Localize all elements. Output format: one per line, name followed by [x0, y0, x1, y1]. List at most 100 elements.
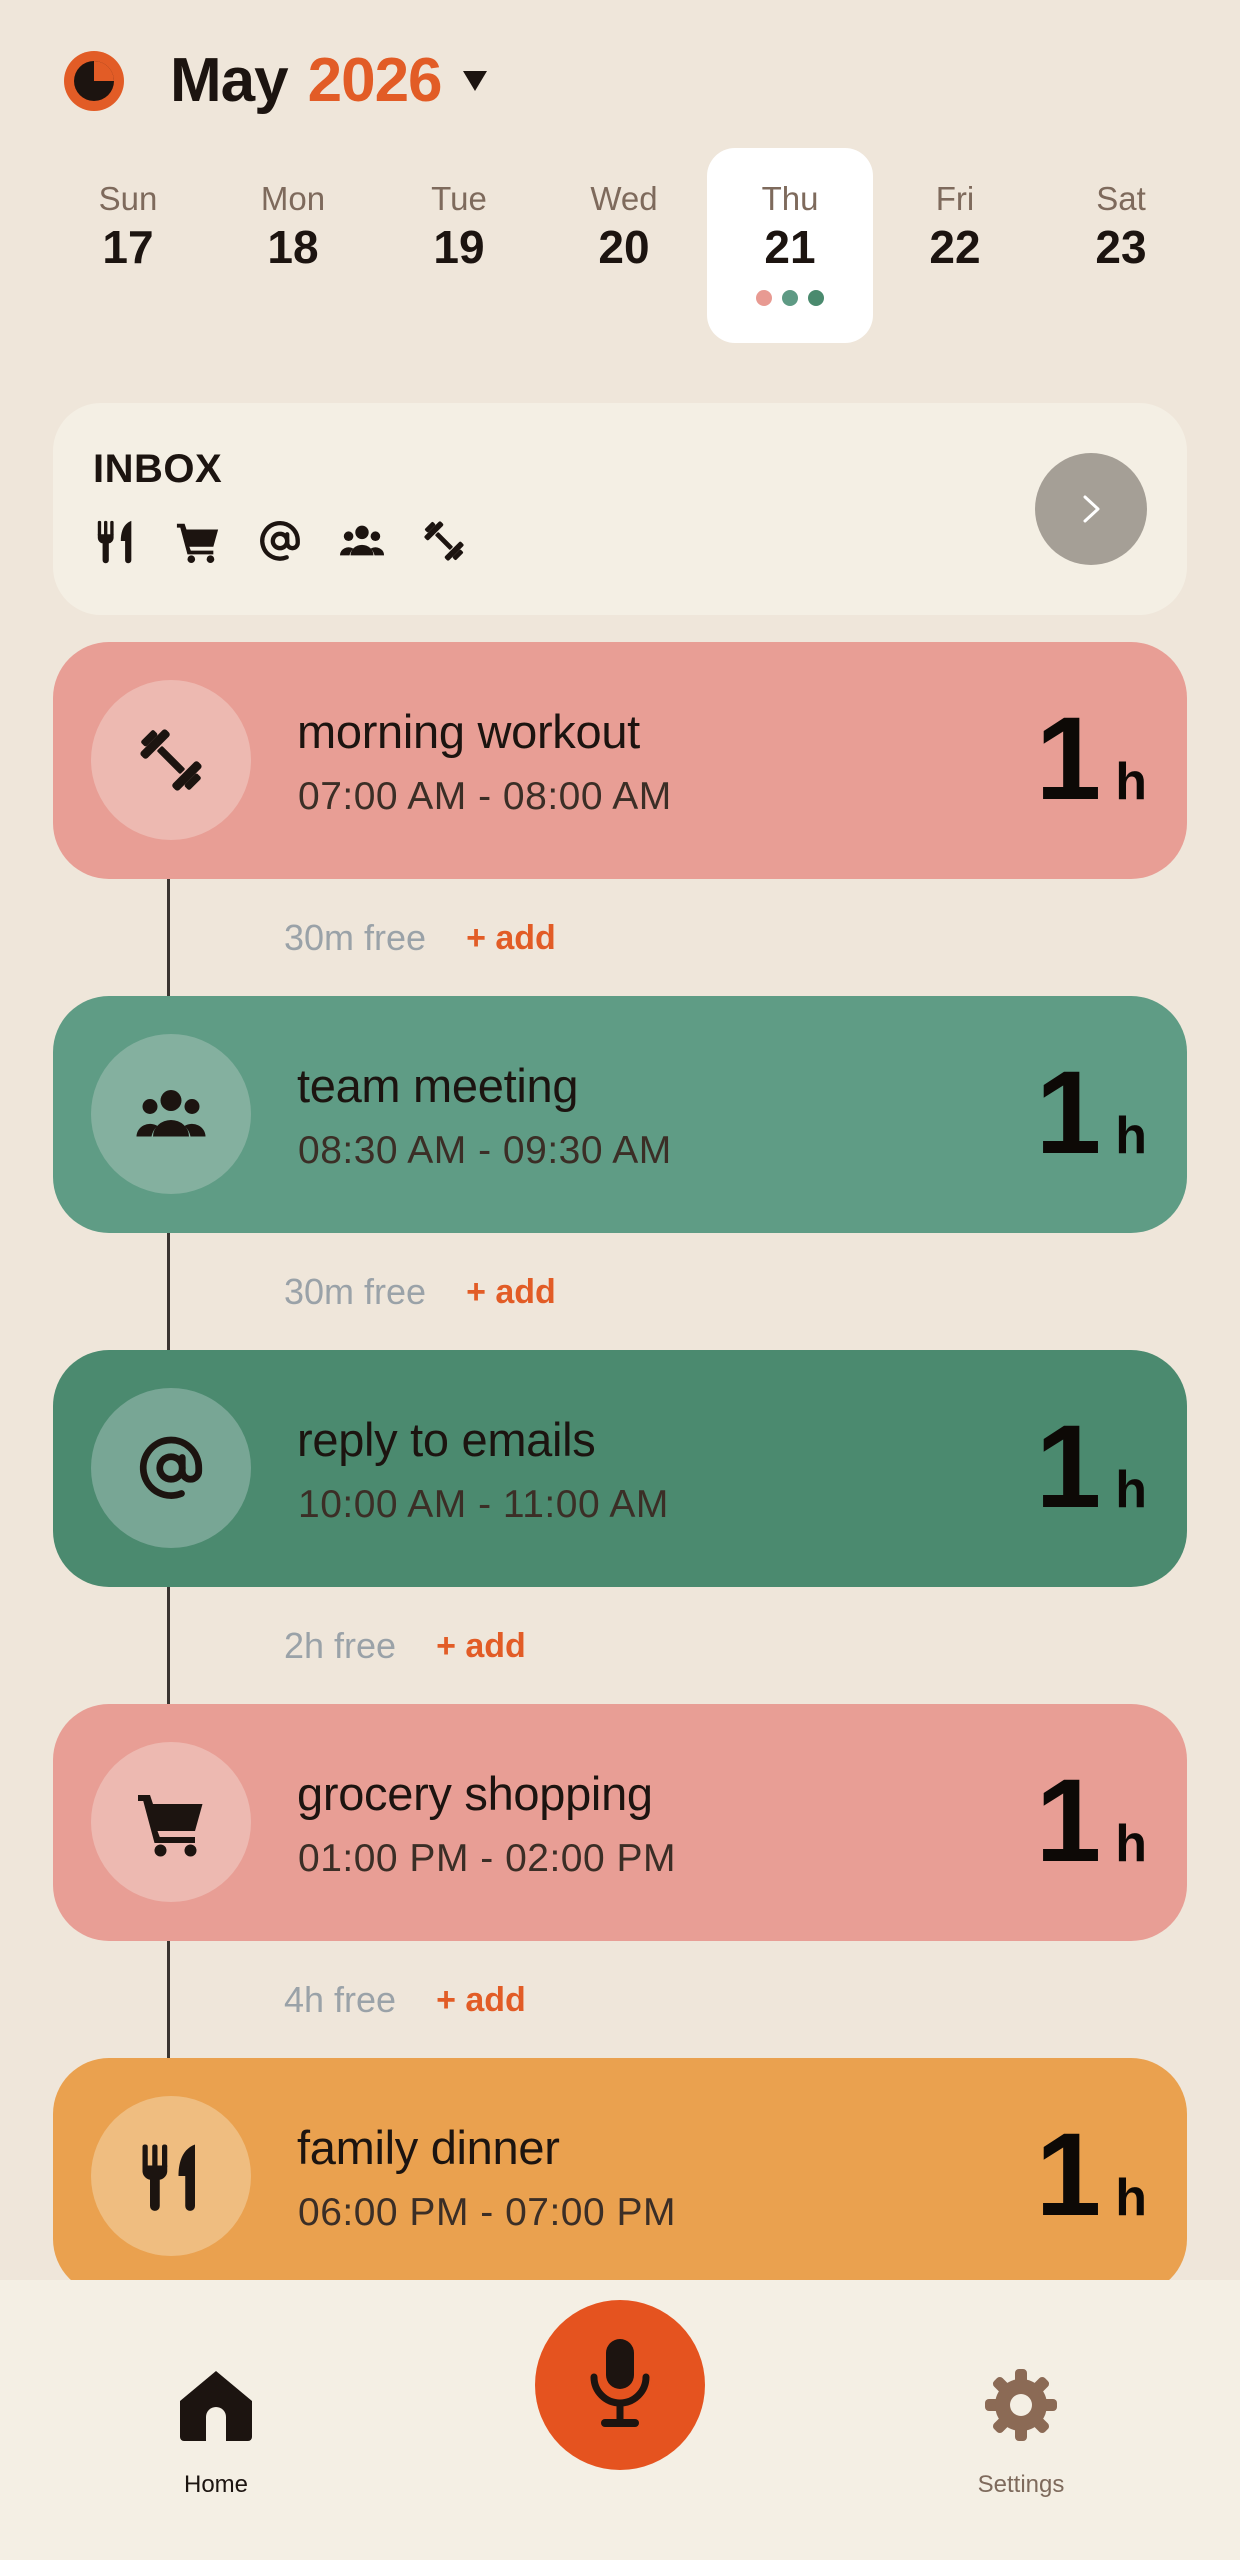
nav-home[interactable]: Home: [126, 2365, 306, 2499]
month-label: May: [170, 45, 289, 115]
day-name: Mon: [260, 180, 326, 217]
chevron-right-icon: [1083, 495, 1100, 523]
day-tue[interactable]: Tue 19: [376, 148, 542, 343]
add-event-button[interactable]: + add: [466, 919, 556, 958]
day-thu-selected[interactable]: Thu 21: [707, 148, 873, 343]
day-number: 21: [764, 221, 816, 273]
event-card-morning-workout[interactable]: morning workout 07:00 AM - 08:00 AM 1 h: [53, 642, 1187, 879]
fork-knife-icon: [142, 2144, 195, 2211]
event-card-family-dinner[interactable]: family dinner 06:00 PM - 07:00 PM 1 h: [53, 2058, 1187, 2295]
event-icon-circle: [91, 1388, 251, 1548]
cart-icon: [138, 1795, 203, 1857]
dumbbell-icon: [424, 521, 464, 561]
timeline-connector: [167, 879, 170, 997]
caret-down-icon: [462, 71, 487, 91]
free-time-label: 30m free: [284, 1271, 427, 1312]
duration-value: 1: [1035, 1047, 1102, 1179]
event-icon-circle: [91, 680, 251, 840]
add-event-button[interactable]: + add: [436, 1627, 526, 1666]
home-icon: [180, 2371, 252, 2441]
event-duration: 1 h: [1036, 1054, 1147, 1172]
event-time: 08:30 AM - 09:30 AM: [298, 1129, 672, 1172]
free-gap-row: 30m free + add: [284, 1264, 556, 1320]
event-duration: 1 h: [1036, 2116, 1147, 2234]
inbox-card[interactable]: INBOX: [53, 403, 1187, 615]
dumbbell-icon: [140, 729, 202, 791]
event-time: 07:00 AM - 08:00 AM: [298, 775, 672, 818]
microphone-icon: [590, 2339, 650, 2427]
day-fri[interactable]: Fri 22: [872, 148, 1038, 343]
duration-value: 1: [1035, 693, 1102, 825]
day-name: Wed: [590, 180, 658, 217]
day-number: 17: [102, 221, 154, 273]
event-title: team meeting: [297, 1059, 579, 1112]
add-event-button[interactable]: + add: [466, 1273, 556, 1312]
month-picker[interactable]: May 2026: [170, 40, 490, 120]
at-icon: [139, 1436, 203, 1499]
day-name: Fri: [935, 180, 975, 217]
nav-settings[interactable]: Settings: [931, 2365, 1111, 2499]
day-number: 22: [929, 221, 981, 273]
at-icon: [260, 521, 300, 561]
event-dot: [782, 290, 798, 306]
duration-value: 1: [1035, 1401, 1102, 1533]
duration-value: 1: [1035, 1755, 1102, 1887]
year-label: 2026: [307, 45, 443, 115]
day-name: Tue: [431, 180, 487, 217]
free-gap-row: 4h free + add: [284, 1972, 526, 2028]
day-name: Thu: [761, 180, 819, 217]
free-time-label: 2h free: [284, 1625, 397, 1666]
event-card-reply-to-emails[interactable]: reply to emails 10:00 AM - 11:00 AM 1 h: [53, 1350, 1187, 1587]
event-title: morning workout: [297, 705, 640, 758]
free-time-label: 4h free: [284, 1979, 397, 2020]
free-gap-row: 30m free + add: [284, 910, 556, 966]
day-mon[interactable]: Mon 18: [210, 148, 376, 343]
event-dots: [707, 290, 873, 306]
event-title: family dinner: [297, 2121, 560, 2174]
add-event-button[interactable]: + add: [436, 1981, 526, 2020]
day-number: 20: [598, 221, 650, 273]
inbox-icons: [93, 518, 467, 564]
day-wed[interactable]: Wed 20: [541, 148, 707, 343]
free-time-label: 30m free: [284, 917, 427, 958]
event-duration: 1 h: [1036, 700, 1147, 818]
duration-unit: h: [1115, 753, 1147, 811]
nav-settings-label: Settings: [977, 2471, 1065, 2498]
day-number: 19: [433, 221, 485, 273]
day-sun[interactable]: Sun 17: [45, 148, 211, 343]
duration-unit: h: [1115, 1815, 1147, 1873]
free-gap-row: 2h free + add: [284, 1618, 526, 1674]
duration-value: 1: [1035, 2109, 1102, 2241]
event-dot: [756, 290, 772, 306]
day-name: Sat: [1096, 180, 1146, 217]
event-duration: 1 h: [1036, 1762, 1147, 1880]
nav-home-label: Home: [183, 2471, 249, 2498]
day-sat[interactable]: Sat 23: [1038, 148, 1204, 343]
timeline-connector: [167, 1941, 170, 2059]
people-icon: [136, 1090, 206, 1137]
pie-clock-logo: [64, 51, 124, 111]
event-card-grocery-shopping[interactable]: grocery shopping 01:00 PM - 02:00 PM 1 h: [53, 1704, 1187, 1941]
duration-unit: h: [1115, 1461, 1147, 1519]
event-icon-circle: [91, 1034, 251, 1194]
week-strip: Sun 17 Mon 18 Tue 19 Wed 20 Thu 21 Fri 2…: [45, 148, 1195, 343]
event-dot: [808, 290, 824, 306]
gear-icon: [985, 2369, 1057, 2441]
timeline-connector: [167, 1233, 170, 1351]
inbox-open-button[interactable]: [1035, 453, 1147, 565]
event-time: 06:00 PM - 07:00 PM: [298, 2191, 677, 2234]
day-number: 23: [1095, 221, 1147, 273]
voice-input-button[interactable]: [535, 2300, 705, 2470]
event-time: 10:00 AM - 11:00 AM: [298, 1483, 669, 1526]
event-icon-circle: [91, 1742, 251, 1902]
cart-icon: [176, 523, 219, 564]
day-name: Sun: [98, 180, 158, 217]
app-header: May 2026: [0, 0, 1240, 150]
event-card-team-meeting[interactable]: team meeting 08:30 AM - 09:30 AM 1 h: [53, 996, 1187, 1233]
event-icon-circle: [91, 2096, 251, 2256]
fork-knife-icon: [97, 520, 132, 564]
people-icon: [339, 525, 385, 556]
event-title: grocery shopping: [297, 1767, 653, 1820]
timeline-connector: [167, 1587, 170, 1705]
inbox-title: INBOX: [93, 447, 223, 491]
